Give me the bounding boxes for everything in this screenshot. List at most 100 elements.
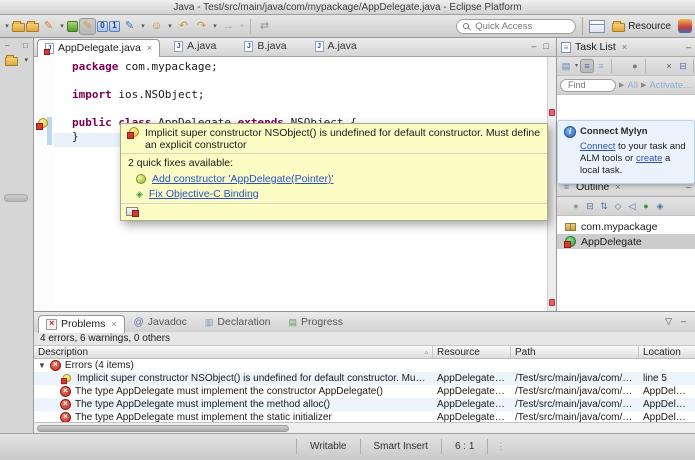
hide-fields-icon[interactable]: ◇ — [611, 199, 625, 213]
forward-history-chevron-icon[interactable]: ▾ — [238, 18, 246, 35]
tab-declaration[interactable]: Declaration — [196, 314, 280, 332]
tab-progress[interactable]: Progress — [280, 314, 353, 332]
create-task-link[interactable]: create — [636, 153, 662, 164]
search-icon — [463, 23, 470, 29]
find-box[interactable] — [560, 78, 616, 92]
sort-icon[interactable]: ⇅ — [597, 199, 611, 213]
filter-all-link[interactable]: All — [627, 80, 638, 91]
java-launch-0-icon[interactable]: 0 — [97, 20, 108, 32]
problem-row[interactable]: The type AppDelegate must implement the … — [34, 411, 695, 422]
filter-completed-icon[interactable]: × — [662, 59, 676, 73]
package-explorer-icon[interactable] — [5, 55, 18, 66]
tab-javadoc[interactable]: Javadoc — [125, 314, 196, 332]
hide-non-public-icon[interactable]: ● — [639, 199, 653, 213]
forward-navigation-icon[interactable]: ↷ — [193, 18, 210, 35]
quick-fix-error-icon[interactable] — [36, 118, 49, 130]
java-perspective-icon[interactable] — [678, 19, 692, 33]
new-wizard-chevron-icon[interactable]: ▾ — [3, 18, 11, 35]
problem-row[interactable]: The type AppDelegate must implement the … — [34, 398, 695, 411]
chevron-down-icon[interactable]: ▾ — [24, 56, 28, 64]
error-marker[interactable] — [549, 109, 555, 116]
editor-tab-a2-java[interactable]: A.java — [301, 38, 371, 56]
activate-task-link[interactable]: Activate... — [649, 80, 691, 91]
expand-collapse-icon[interactable]: ▼ — [38, 359, 46, 372]
horizontal-scrollbar[interactable] — [34, 422, 695, 433]
new-task-chevron-icon[interactable]: ▾ — [573, 59, 580, 73]
restore-view-button[interactable]: □ — [23, 41, 28, 50]
close-icon[interactable]: × — [111, 319, 116, 329]
editor-tab-b-java[interactable]: B.java — [230, 38, 300, 56]
open-task-icon[interactable]: ☺ — [148, 18, 165, 35]
problem-row[interactable]: The type AppDelegate must implement the … — [34, 385, 695, 398]
column-path[interactable]: Path — [511, 346, 639, 358]
java-file-icon — [314, 40, 324, 52]
focus-icon[interactable]: ● — [569, 199, 583, 213]
close-icon[interactable]: × — [147, 43, 152, 53]
hide-static-members-icon[interactable]: ◁ — [625, 199, 639, 213]
categorized-presentation-icon[interactable]: ≡ — [580, 59, 594, 73]
maximize-icon[interactable]: □ — [544, 42, 549, 51]
code-editor[interactable]: package com.mypackage; import ios.NSObje… — [34, 57, 556, 311]
task-list-tab-label[interactable]: Task List — [575, 41, 616, 53]
editor-tab-a-java[interactable]: A.java — [160, 38, 230, 56]
import-icon[interactable] — [12, 21, 25, 32]
problem-row[interactable]: Implicit super constructor NSObject() is… — [34, 372, 695, 385]
status-drag-handle[interactable]: ⋮ — [487, 439, 514, 454]
error-icon — [60, 386, 71, 397]
outline-item-package[interactable]: com.mypackage — [557, 219, 695, 234]
open-task-chevron-icon[interactable]: ▾ — [166, 18, 174, 35]
close-icon[interactable]: × — [622, 42, 627, 52]
minimize-view-button[interactable]: – — [5, 41, 9, 50]
insert-mode-status[interactable]: Smart Insert — [359, 439, 441, 454]
focus-on-workweek-icon[interactable]: ● — [628, 59, 642, 73]
find-input[interactable] — [566, 79, 610, 91]
overview-ruler[interactable] — [547, 57, 556, 311]
export-icon[interactable] — [26, 21, 39, 32]
quick-fix-item[interactable]: Add constructor 'AppDelegate(Pointer)' — [128, 172, 540, 187]
editor-tab-appdelegate[interactable]: AppDelegate.java × — [37, 39, 161, 57]
tab-problems[interactable]: Problems × — [38, 315, 125, 333]
outline-item-class[interactable]: AppDelegate — [557, 234, 695, 249]
error-icon — [60, 412, 71, 422]
java-launch-1-icon[interactable]: 1 — [109, 20, 120, 32]
error-marker[interactable] — [549, 299, 555, 306]
open-perspective-icon[interactable] — [589, 19, 606, 33]
scrollbar-thumb[interactable] — [37, 425, 289, 432]
fix-objc-binding-link[interactable]: Fix Objective-C Binding — [149, 188, 259, 200]
quick-access-input[interactable] — [473, 19, 570, 33]
view-menu-icon[interactable]: ▽ — [665, 316, 672, 327]
editor-tab-bar: AppDelegate.java × A.java B.java — [34, 38, 556, 57]
scheduled-presentation-icon[interactable]: ≡ — [594, 59, 608, 73]
forward-history-icon[interactable]: → — [220, 18, 237, 35]
new-task-icon[interactable]: ▤ — [559, 59, 573, 73]
resource-perspective-button[interactable]: Resource — [609, 19, 674, 33]
new-java-element-icon[interactable]: ✎ — [121, 18, 138, 35]
new-java-element-chevron-icon[interactable]: ▾ — [139, 18, 147, 35]
editor-area: AppDelegate.java × A.java B.java — [34, 38, 556, 311]
add-constructor-link[interactable]: Add constructor 'AppDelegate(Pointer)' — [152, 173, 333, 185]
column-location[interactable]: Location — [639, 346, 695, 358]
minimize-icon[interactable]: – — [686, 42, 691, 52]
quick-fix-item[interactable]: ◈ Fix Objective-C Binding — [128, 187, 540, 202]
column-description[interactable]: Description ▵ — [34, 346, 433, 358]
external-tools-icon[interactable]: ✎ — [40, 18, 57, 35]
highlight-tool-icon[interactable]: ✎ — [79, 17, 96, 35]
collapse-all-icon[interactable]: ⊟ — [676, 59, 690, 73]
problems-view-icon[interactable] — [126, 207, 139, 217]
connect-link[interactable]: Connect — [580, 141, 615, 152]
quick-access-box[interactable] — [456, 18, 577, 34]
minimize-icon[interactable]: – — [681, 316, 686, 327]
hide-local-types-icon[interactable]: ◈ — [653, 199, 667, 213]
annotation-ruler[interactable] — [34, 57, 53, 311]
back-navigation-icon[interactable]: ↶ — [175, 18, 192, 35]
column-resource[interactable]: Resource — [433, 346, 511, 358]
problems-group-row[interactable]: ▼ Errors (4 items) — [34, 359, 695, 372]
minimize-icon[interactable]: – — [532, 42, 537, 51]
collapse-all-icon[interactable]: ⊟ — [583, 199, 597, 213]
external-tools-chevron-icon[interactable]: ▾ — [58, 18, 66, 35]
error-icon — [49, 360, 61, 371]
collapsed-sash-handle[interactable] — [4, 194, 28, 202]
debug-icon[interactable] — [67, 20, 78, 32]
forward-navigation-chevron-icon[interactable]: ▾ — [211, 18, 219, 35]
link-with-editor-icon[interactable]: ⇄ — [256, 18, 273, 35]
